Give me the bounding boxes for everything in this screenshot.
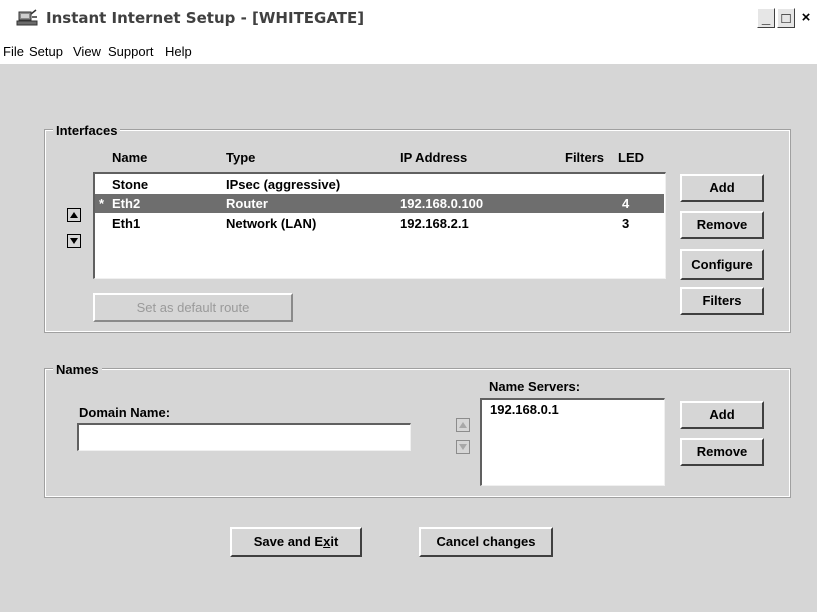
interfaces-filters-button[interactable]: Filters	[680, 287, 764, 315]
move-up-button[interactable]	[67, 208, 81, 222]
names-remove-button[interactable]: Remove	[680, 438, 764, 466]
minimize-button[interactable]: _	[757, 8, 775, 28]
minimize-icon: _	[761, 10, 771, 27]
interfaces-configure-button[interactable]: Configure	[680, 249, 764, 280]
menu-file[interactable]: File	[3, 44, 24, 59]
window-title: Instant Internet Setup - [WHITEGATE]	[46, 9, 365, 27]
close-button[interactable]: ×	[797, 8, 815, 28]
arrow-down-icon	[70, 238, 78, 244]
arrow-down-icon	[459, 444, 467, 450]
name-server-up-button[interactable]	[456, 418, 470, 432]
title-bar[interactable]: Instant Internet Setup - [WHITEGATE] _ □…	[0, 0, 817, 38]
maximize-icon: □	[781, 10, 791, 27]
column-header-filters[interactable]: Filters	[565, 150, 604, 165]
cancel-changes-button[interactable]: Cancel changes	[419, 527, 553, 557]
interface-name: Eth2	[112, 196, 141, 211]
name-server-item[interactable]: 192.168.0.1	[490, 402, 559, 417]
arrow-up-icon	[459, 422, 467, 428]
interface-ip: 192.168.2.1	[400, 216, 469, 231]
interface-led: 3	[622, 216, 630, 231]
interface-led: 4	[622, 196, 630, 211]
interface-row-stone[interactable]: Stone IPsec (aggressive)	[95, 175, 664, 194]
app-icon	[16, 9, 38, 26]
menu-bar: File Setup View Support Help	[0, 38, 817, 64]
arrow-up-icon	[70, 212, 78, 218]
save-and-exit-button[interactable]: Save and Exit	[230, 527, 362, 557]
menu-support[interactable]: Support	[108, 44, 154, 59]
column-header-type[interactable]: Type	[226, 150, 255, 165]
interface-type: IPsec (aggressive)	[226, 177, 341, 192]
interfaces-remove-button[interactable]: Remove	[680, 211, 764, 239]
name-servers-list[interactable]: 192.168.0.1	[480, 398, 665, 486]
name-server-down-button[interactable]	[456, 440, 470, 454]
column-header-name[interactable]: Name	[112, 150, 147, 165]
interface-row-eth2[interactable]: * Eth2 Router 192.168.0.100 4	[95, 194, 664, 213]
interface-name: Eth1	[112, 216, 141, 231]
maximize-button[interactable]: □	[777, 8, 795, 28]
interface-type: Network (LAN)	[226, 216, 317, 231]
menu-view[interactable]: View	[73, 44, 101, 59]
names-group-title: Names	[53, 362, 102, 377]
interface-name: Stone	[112, 177, 149, 192]
interfaces-group-title: Interfaces	[53, 123, 121, 138]
domain-name-label: Domain Name:	[79, 405, 171, 420]
interface-type: Router	[226, 196, 268, 211]
domain-name-input[interactable]	[77, 423, 411, 451]
menu-setup[interactable]: Setup	[29, 44, 63, 59]
names-add-button[interactable]: Add	[680, 401, 764, 429]
column-header-ip-address[interactable]: IP Address	[400, 150, 467, 165]
column-header-led[interactable]: LED	[618, 150, 644, 165]
name-servers-label: Name Servers:	[489, 379, 581, 394]
interfaces-add-button[interactable]: Add	[680, 174, 764, 202]
interface-ip: 192.168.0.100	[400, 196, 484, 211]
interface-row-eth1[interactable]: Eth1 Network (LAN) 192.168.2.1 3	[95, 214, 664, 233]
interfaces-list[interactable]: Stone IPsec (aggressive) * Eth2 Router 1…	[93, 172, 666, 279]
default-route-marker: *	[99, 196, 105, 211]
close-icon: ×	[801, 9, 811, 26]
set-default-route-button[interactable]: Set as default route	[93, 293, 293, 322]
move-down-button[interactable]	[67, 234, 81, 248]
app-window: Instant Internet Setup - [WHITEGATE] _ □…	[0, 0, 817, 612]
menu-help[interactable]: Help	[165, 44, 192, 59]
